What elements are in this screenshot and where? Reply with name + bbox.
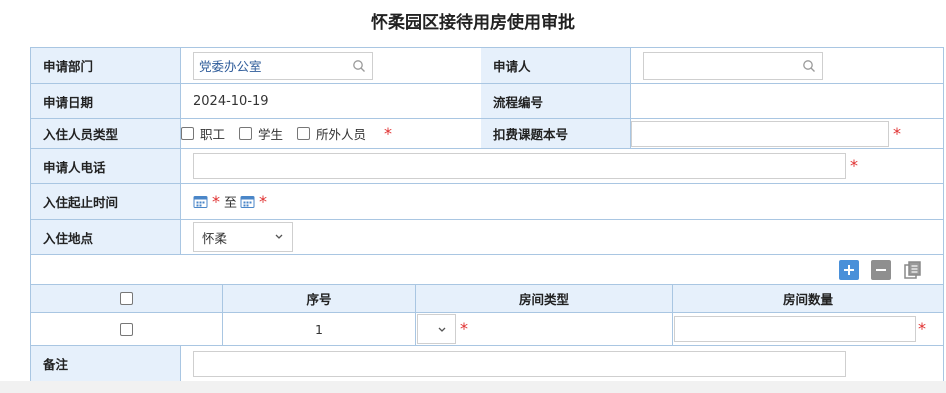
form-row-location: 入住地点 怀柔 xyxy=(31,220,944,255)
period-to-label: 至 xyxy=(224,196,238,211)
flow-value xyxy=(631,84,943,118)
copy-row-button[interactable] xyxy=(903,260,923,280)
row-index: 1 xyxy=(223,313,416,345)
form-row-guest-type: 入住人员类型 职工 学生 所外人员 * 扣费课题本号 * xyxy=(31,119,944,149)
calendar-icon[interactable] xyxy=(240,194,255,209)
select-all-checkbox[interactable] xyxy=(120,292,133,305)
required-mark: * xyxy=(893,123,901,143)
phone-cell: * xyxy=(181,149,943,183)
phone-input[interactable] xyxy=(193,153,846,179)
required-mark: * xyxy=(918,319,926,338)
student-label: 学生 xyxy=(258,127,284,142)
col-header-room-type: 房间类型 xyxy=(416,285,673,312)
flow-label: 流程编号 xyxy=(481,84,631,118)
dept-value: 党委办公室 xyxy=(199,59,262,74)
staff-checkbox[interactable] xyxy=(181,127,194,140)
guest-type-label: 入住人员类型 xyxy=(31,119,181,148)
phone-label: 申请人电话 xyxy=(31,149,181,183)
remark-label: 备注 xyxy=(31,346,181,381)
fee-label: 扣费课题本号 xyxy=(481,119,631,148)
row-checkbox[interactable] xyxy=(120,322,133,336)
required-mark: * xyxy=(850,156,858,175)
staff-label: 职工 xyxy=(200,127,226,142)
date-label: 申请日期 xyxy=(31,84,181,118)
location-cell: 怀柔 xyxy=(181,220,943,254)
room-count-cell: * xyxy=(673,313,943,345)
period-cell: * 至 * xyxy=(181,184,943,219)
form-row-date: 申请日期 2024-10-19 流程编号 xyxy=(31,84,944,119)
dept-cell: 党委办公室 xyxy=(181,48,481,83)
select-all-cell xyxy=(31,285,223,312)
guest-type-external[interactable]: 所外人员 xyxy=(297,124,366,143)
calendar-icon[interactable] xyxy=(193,194,208,209)
required-mark: * xyxy=(212,191,220,211)
form-row-phone: 申请人电话 * xyxy=(31,149,944,184)
search-icon[interactable] xyxy=(352,59,366,73)
period-label: 入住起止时间 xyxy=(31,184,181,219)
fee-cell: * xyxy=(631,119,943,148)
applicant-field[interactable] xyxy=(643,51,823,80)
grid-toolbar xyxy=(31,255,944,285)
form-row-remark: 备注 xyxy=(31,346,944,382)
chevron-down-icon xyxy=(275,234,283,239)
remark-input[interactable] xyxy=(193,350,846,377)
add-row-button[interactable] xyxy=(839,260,859,280)
date-value: 2024-10-19 xyxy=(193,93,269,109)
grid-header: 序号 房间类型 房间数量 xyxy=(31,285,944,313)
location-select[interactable]: 怀柔 xyxy=(193,222,293,252)
room-type-select[interactable] xyxy=(417,314,456,344)
plus-icon xyxy=(844,265,854,275)
approval-page: 怀柔园区接待用房使用审批 申请部门 党委办公室 申请人 申请日期 2024-10… xyxy=(0,0,946,393)
required-mark: * xyxy=(259,191,268,211)
col-header-index: 序号 xyxy=(223,285,416,312)
fee-input[interactable] xyxy=(631,120,889,147)
bottom-bar xyxy=(0,381,946,393)
location-label: 入住地点 xyxy=(31,220,181,254)
required-mark: * xyxy=(460,319,468,338)
student-checkbox[interactable] xyxy=(239,127,253,140)
guest-type-cell: 职工 学生 所外人员 * xyxy=(181,119,481,148)
required-mark: * xyxy=(384,123,393,143)
page-title: 怀柔园区接待用房使用审批 xyxy=(371,13,575,33)
table-row: 1 * * xyxy=(31,313,944,346)
search-icon[interactable] xyxy=(802,59,816,73)
location-value: 怀柔 xyxy=(202,230,228,246)
dept-field[interactable]: 党委办公室 xyxy=(193,51,373,80)
guest-type-student[interactable]: 学生 xyxy=(239,124,283,143)
external-label: 所外人员 xyxy=(316,127,367,142)
col-header-room-count: 房间数量 xyxy=(782,292,833,307)
remark-cell xyxy=(181,346,943,381)
applicant-cell xyxy=(631,48,943,83)
row-select-cell xyxy=(31,313,223,345)
guest-type-staff[interactable]: 职工 xyxy=(181,124,225,143)
minus-icon xyxy=(876,269,886,271)
form-row-period: 入住起止时间 * 至 * xyxy=(31,184,944,220)
applicant-label: 申请人 xyxy=(481,48,631,83)
chevron-down-icon xyxy=(438,327,446,332)
copy-icon xyxy=(904,261,921,279)
room-type-cell: * xyxy=(416,313,673,345)
form-row-dept: 申请部门 党委办公室 申请人 xyxy=(31,48,944,84)
approval-form: 申请部门 党委办公室 申请人 申请日期 2024-10-19 流程编号 入住人员… xyxy=(30,47,944,382)
dept-label: 申请部门 xyxy=(31,48,181,83)
external-checkbox[interactable] xyxy=(297,127,311,140)
room-count-input[interactable] xyxy=(674,316,916,342)
remove-row-button[interactable] xyxy=(871,260,891,280)
